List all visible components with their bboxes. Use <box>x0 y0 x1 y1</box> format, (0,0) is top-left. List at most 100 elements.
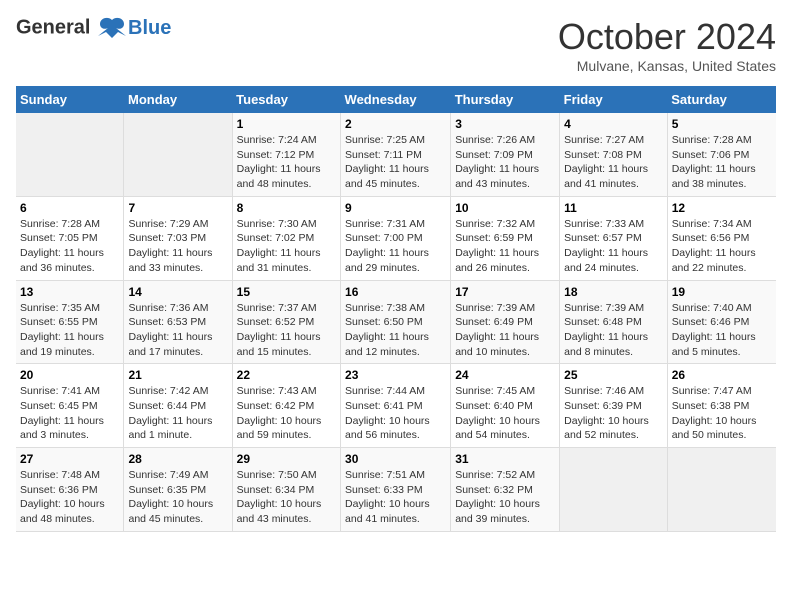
day-info: Sunrise: 7:25 AM Sunset: 7:11 PM Dayligh… <box>345 133 446 192</box>
day-number: 20 <box>20 368 119 382</box>
day-info: Sunrise: 7:29 AM Sunset: 7:03 PM Dayligh… <box>128 217 227 276</box>
calendar-cell <box>560 448 668 532</box>
calendar-cell: 5Sunrise: 7:28 AM Sunset: 7:06 PM Daylig… <box>667 113 776 196</box>
day-info: Sunrise: 7:44 AM Sunset: 6:41 PM Dayligh… <box>345 384 446 443</box>
day-info: Sunrise: 7:43 AM Sunset: 6:42 PM Dayligh… <box>237 384 336 443</box>
weekday-header-row: SundayMondayTuesdayWednesdayThursdayFrid… <box>16 86 776 113</box>
day-info: Sunrise: 7:46 AM Sunset: 6:39 PM Dayligh… <box>564 384 663 443</box>
weekday-header-saturday: Saturday <box>667 86 776 113</box>
day-number: 26 <box>672 368 772 382</box>
weekday-header-monday: Monday <box>124 86 232 113</box>
day-info: Sunrise: 7:39 AM Sunset: 6:48 PM Dayligh… <box>564 301 663 360</box>
day-number: 15 <box>237 285 336 299</box>
calendar-cell: 26 Sunrise: 7:47 AM Sunset: 6:38 PM Dayli… <box>667 364 776 448</box>
day-number: 19 <box>672 285 772 299</box>
day-number: 30 <box>345 452 446 466</box>
calendar-cell: 31Sunrise: 7:52 AM Sunset: 6:32 PM Dayli… <box>451 448 560 532</box>
calendar-cell: 1 Sunrise: 7:24 AM Sunset: 7:12 PM Daylig… <box>232 113 340 196</box>
day-number: 28 <box>128 452 227 466</box>
calendar-table: SundayMondayTuesdayWednesdayThursdayFrid… <box>16 86 776 532</box>
calendar-cell: 23Sunrise: 7:44 AM Sunset: 6:41 PM Dayli… <box>341 364 451 448</box>
logo-bird-icon <box>98 16 126 40</box>
day-info: Sunrise: 7:39 AM Sunset: 6:49 PM Dayligh… <box>455 301 555 360</box>
day-number: 11 <box>564 201 663 215</box>
day-number: 13 <box>20 285 119 299</box>
title-block: October 2024 Mulvane, Kansas, United Sta… <box>558 16 776 74</box>
calendar-cell: 20 Sunrise: 7:41 AM Sunset: 6:45 PM Dayli… <box>16 364 124 448</box>
calendar-cell <box>16 113 124 196</box>
day-info: Sunrise: 7:48 AM Sunset: 6:36 PM Dayligh… <box>20 468 119 527</box>
day-number: 17 <box>455 285 555 299</box>
day-info: Sunrise: 7:47 AM Sunset: 6:38 PM Dayligh… <box>672 384 772 443</box>
week-row-5: 27 Sunrise: 7:48 AM Sunset: 6:36 PM Dayli… <box>16 448 776 532</box>
day-number: 21 <box>128 368 227 382</box>
calendar-cell: 22 Sunrise: 7:43 AM Sunset: 6:42 PM Dayli… <box>232 364 340 448</box>
day-info: Sunrise: 7:51 AM Sunset: 6:33 PM Dayligh… <box>345 468 446 527</box>
day-info: Sunrise: 7:52 AM Sunset: 6:32 PM Dayligh… <box>455 468 555 527</box>
calendar-cell: 9 Sunrise: 7:31 AM Sunset: 7:00 PM Daylig… <box>341 196 451 280</box>
day-info: Sunrise: 7:41 AM Sunset: 6:45 PM Dayligh… <box>20 384 119 443</box>
calendar-cell: 25 Sunrise: 7:46 AM Sunset: 6:39 PM Dayli… <box>560 364 668 448</box>
day-info: Sunrise: 7:49 AM Sunset: 6:35 PM Dayligh… <box>128 468 227 527</box>
calendar-cell: 4 Sunrise: 7:27 AM Sunset: 7:08 PM Daylig… <box>560 113 668 196</box>
day-info: Sunrise: 7:27 AM Sunset: 7:08 PM Dayligh… <box>564 133 663 192</box>
calendar-cell: 6 Sunrise: 7:28 AM Sunset: 7:05 PM Daylig… <box>16 196 124 280</box>
calendar-cell: 3Sunrise: 7:26 AM Sunset: 7:09 PM Daylig… <box>451 113 560 196</box>
calendar-cell: 16 Sunrise: 7:38 AM Sunset: 6:50 PM Dayli… <box>341 280 451 364</box>
day-info: Sunrise: 7:50 AM Sunset: 6:34 PM Dayligh… <box>237 468 336 527</box>
month-title: October 2024 <box>558 16 776 58</box>
calendar-body: 1 Sunrise: 7:24 AM Sunset: 7:12 PM Daylig… <box>16 113 776 531</box>
day-number: 8 <box>237 201 336 215</box>
day-number: 9 <box>345 201 446 215</box>
calendar-cell: 2 Sunrise: 7:25 AM Sunset: 7:11 PM Daylig… <box>341 113 451 196</box>
day-number: 18 <box>564 285 663 299</box>
day-info: Sunrise: 7:33 AM Sunset: 6:57 PM Dayligh… <box>564 217 663 276</box>
day-info: Sunrise: 7:35 AM Sunset: 6:55 PM Dayligh… <box>20 301 119 360</box>
day-info: Sunrise: 7:40 AM Sunset: 6:46 PM Dayligh… <box>672 301 772 360</box>
week-row-3: 13 Sunrise: 7:35 AM Sunset: 6:55 PM Dayli… <box>16 280 776 364</box>
calendar-cell: 21 Sunrise: 7:42 AM Sunset: 6:44 PM Dayli… <box>124 364 232 448</box>
weekday-header-thursday: Thursday <box>451 86 560 113</box>
day-number: 2 <box>345 117 446 131</box>
week-row-1: 1 Sunrise: 7:24 AM Sunset: 7:12 PM Daylig… <box>16 113 776 196</box>
day-info: Sunrise: 7:26 AM Sunset: 7:09 PM Dayligh… <box>455 133 555 192</box>
day-number: 10 <box>455 201 555 215</box>
calendar-cell: 14Sunrise: 7:36 AM Sunset: 6:53 PM Dayli… <box>124 280 232 364</box>
day-info: Sunrise: 7:28 AM Sunset: 7:05 PM Dayligh… <box>20 217 119 276</box>
calendar-cell: 12 Sunrise: 7:34 AM Sunset: 6:56 PM Dayli… <box>667 196 776 280</box>
calendar-cell: 10 Sunrise: 7:32 AM Sunset: 6:59 PM Dayli… <box>451 196 560 280</box>
calendar-cell: 24Sunrise: 7:45 AM Sunset: 6:40 PM Dayli… <box>451 364 560 448</box>
day-number: 22 <box>237 368 336 382</box>
day-info: Sunrise: 7:42 AM Sunset: 6:44 PM Dayligh… <box>128 384 227 443</box>
day-info: Sunrise: 7:24 AM Sunset: 7:12 PM Dayligh… <box>237 133 336 192</box>
day-info: Sunrise: 7:30 AM Sunset: 7:02 PM Dayligh… <box>237 217 336 276</box>
weekday-header-tuesday: Tuesday <box>232 86 340 113</box>
location: Mulvane, Kansas, United States <box>558 58 776 74</box>
day-info: Sunrise: 7:34 AM Sunset: 6:56 PM Dayligh… <box>672 217 772 276</box>
logo-blue: Blue <box>128 17 171 39</box>
day-number: 29 <box>237 452 336 466</box>
day-number: 25 <box>564 368 663 382</box>
calendar-cell: 7 Sunrise: 7:29 AM Sunset: 7:03 PM Daylig… <box>124 196 232 280</box>
page-header: General Blue October 2024 Mulvane, Kansa… <box>16 16 776 74</box>
calendar-cell: 13 Sunrise: 7:35 AM Sunset: 6:55 PM Dayli… <box>16 280 124 364</box>
day-number: 1 <box>237 117 336 131</box>
weekday-header-sunday: Sunday <box>16 86 124 113</box>
day-number: 12 <box>672 201 772 215</box>
day-number: 7 <box>128 201 227 215</box>
calendar-cell: 18 Sunrise: 7:39 AM Sunset: 6:48 PM Dayli… <box>560 280 668 364</box>
day-info: Sunrise: 7:37 AM Sunset: 6:52 PM Dayligh… <box>237 301 336 360</box>
day-info: Sunrise: 7:32 AM Sunset: 6:59 PM Dayligh… <box>455 217 555 276</box>
day-info: Sunrise: 7:31 AM Sunset: 7:00 PM Dayligh… <box>345 217 446 276</box>
day-info: Sunrise: 7:38 AM Sunset: 6:50 PM Dayligh… <box>345 301 446 360</box>
logo: General Blue <box>16 16 171 40</box>
calendar-cell: 19 Sunrise: 7:40 AM Sunset: 6:46 PM Dayli… <box>667 280 776 364</box>
day-number: 16 <box>345 285 446 299</box>
calendar-cell: 11 Sunrise: 7:33 AM Sunset: 6:57 PM Dayli… <box>560 196 668 280</box>
calendar-cell: 30 Sunrise: 7:51 AM Sunset: 6:33 PM Dayli… <box>341 448 451 532</box>
day-number: 4 <box>564 117 663 131</box>
weekday-header-friday: Friday <box>560 86 668 113</box>
day-number: 27 <box>20 452 119 466</box>
day-number: 14 <box>128 285 227 299</box>
day-number: 6 <box>20 201 119 215</box>
